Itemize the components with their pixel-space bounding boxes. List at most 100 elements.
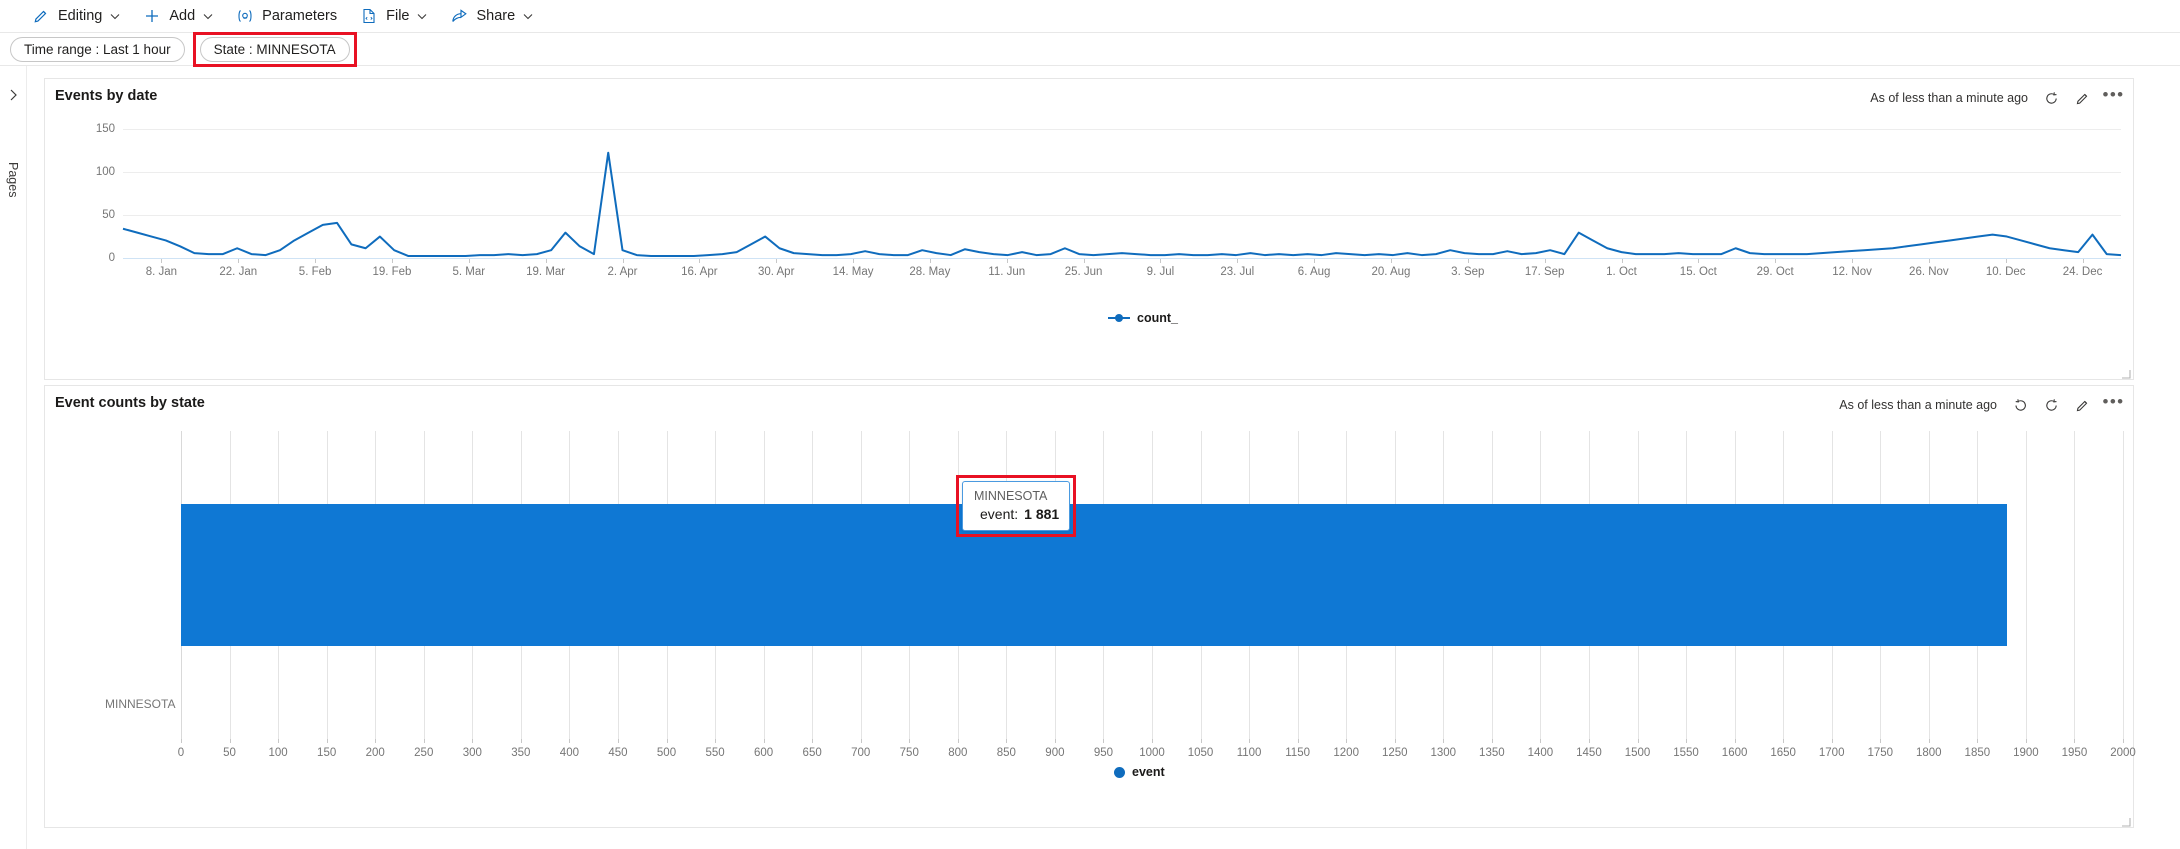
line-x-tick-mark xyxy=(2082,259,2084,263)
state-pill-wrapper-highlighted: State : MINNESOTA xyxy=(192,31,357,67)
as-of-label: As of less than a minute ago xyxy=(1839,398,1997,412)
chart-tooltip: MINNESOTA event: 1 881 xyxy=(962,481,1070,531)
toolbar-button-add[interactable]: Add xyxy=(133,1,222,31)
tooltip-title: MINNESOTA xyxy=(974,489,1048,503)
panel-header: Event counts by state As of less than a … xyxy=(45,386,2133,420)
bar-minnesota[interactable] xyxy=(181,504,2008,646)
panel-toolbar: As of less than a minute ago ••• xyxy=(1870,85,2123,111)
bar-x-tick-mark xyxy=(1103,739,1105,743)
more-options-icon[interactable]: ••• xyxy=(2102,392,2123,418)
line-x-tick-mark xyxy=(1698,259,1700,263)
bar-x-tick-mark xyxy=(812,739,814,743)
reset-icon[interactable] xyxy=(2011,396,2030,415)
line-x-tick: 29. Oct xyxy=(1756,266,1794,278)
line-x-tick-mark xyxy=(853,259,855,263)
line-x-tick-mark xyxy=(1544,259,1546,263)
edit-pencil-icon[interactable] xyxy=(2073,89,2092,108)
line-x-tick-mark xyxy=(1775,259,1777,263)
line-x-tick: 3. Sep xyxy=(1451,266,1485,278)
tooltip-value: 1 881 xyxy=(1024,506,1060,522)
filter-pill-row: Time range : Last 1 hour State : MINNESO… xyxy=(0,31,2180,67)
refresh-icon[interactable] xyxy=(2042,396,2061,415)
bar-x-tick-mark xyxy=(1928,739,1930,743)
time-range-pill-wrapper: Time range : Last 1 hour xyxy=(10,36,185,62)
toolbar-button-parameters[interactable]: Parameters xyxy=(226,1,346,31)
toolbar-label-parameters: Parameters xyxy=(262,8,338,24)
line-x-tick: 19. Feb xyxy=(372,266,412,278)
chevron-right-icon[interactable] xyxy=(7,88,21,102)
line-x-tick-mark xyxy=(238,259,240,263)
legend-count[interactable]: count_ xyxy=(1108,311,1178,325)
panel-title-events-by-date: Events by date xyxy=(55,88,158,104)
toolbar-button-file[interactable]: File xyxy=(350,1,436,31)
toolbar-label-editing: Editing xyxy=(58,8,103,24)
bar-x-tick-mark xyxy=(1880,739,1882,743)
panel-events-by-date: Events by date As of less than a minute … xyxy=(44,78,2134,380)
more-options-icon[interactable]: ••• xyxy=(2102,85,2123,111)
panel-toolbar: As of less than a minute ago ••• xyxy=(1839,392,2123,418)
line-x-tick: 26. Nov xyxy=(1909,266,1949,278)
bar-x-tick-mark xyxy=(666,739,668,743)
line-chart-events-by-date: 150 100 50 0 8. Jan 22. Jan 5. Feb 19. Feb 5… xyxy=(45,113,2135,343)
line-x-tick: 12. Nov xyxy=(1832,266,1872,278)
line-x-tick: 16. Apr xyxy=(681,266,718,278)
line-x-tick-mark xyxy=(545,259,547,263)
line-x-tick-mark xyxy=(1467,259,1469,263)
toolbar-button-share[interactable]: Share xyxy=(440,1,542,31)
edit-pencil-icon[interactable] xyxy=(2073,396,2092,415)
line-series-svg xyxy=(122,151,2122,258)
bar-x-tick-mark xyxy=(2123,739,2124,743)
bar-x-tick: 2000 xyxy=(2110,747,2136,759)
bar-x-tick-mark xyxy=(229,739,231,743)
tooltip-row: event: 1 881 xyxy=(974,506,1060,522)
filter-pill-time-range[interactable]: Time range : Last 1 hour xyxy=(10,36,185,62)
panel-header: Events by date As of less than a minute … xyxy=(45,79,2133,113)
bar-x-tick-mark xyxy=(1152,739,1153,743)
line-x-tick-mark xyxy=(699,259,701,263)
line-x-tick: 23. Jul xyxy=(1220,266,1255,278)
line-x-tick: 6. Aug xyxy=(1297,266,1331,278)
line-x-tick: 11. Jun xyxy=(988,266,1026,278)
legend-line-marker-icon xyxy=(1108,313,1130,323)
line-x-tick-mark xyxy=(1928,259,1930,263)
line-x-tick: 22. Jan xyxy=(219,266,258,278)
legend-label-count: count_ xyxy=(1137,311,1178,325)
line-x-tick-mark xyxy=(468,259,470,263)
filter-pill-state[interactable]: State : MINNESOTA xyxy=(199,36,350,62)
bar-x-tick-mark xyxy=(957,739,959,743)
bar-x-tick-mark xyxy=(909,739,911,743)
bar-x-tick-mark xyxy=(278,739,280,743)
line-x-tick-mark xyxy=(776,259,778,263)
line-x-tick-mark xyxy=(622,259,624,263)
line-x-tick: 5. Mar xyxy=(452,266,486,278)
bar-x-tick-mark xyxy=(715,739,717,743)
bar-x-tick-mark xyxy=(569,739,571,743)
panel-resize-handle[interactable] xyxy=(2120,814,2131,827)
line-x-tick: 10. Dec xyxy=(1985,266,2026,278)
bar-x-tick-mark xyxy=(1783,739,1785,743)
line-x-tick-mark xyxy=(1852,259,1854,263)
bar-x-tick-mark xyxy=(1686,739,1688,743)
bar-x-tick-mark xyxy=(1200,739,1202,743)
legend-event[interactable]: event xyxy=(1114,765,1165,779)
chevron-down-icon xyxy=(203,13,213,20)
line-x-tick: 24. Dec xyxy=(2062,266,2103,278)
bar-x-tick-mark xyxy=(1831,739,1833,743)
bar-x-tick-mark xyxy=(520,739,522,743)
file-icon xyxy=(359,6,379,26)
bar-x-tick-mark xyxy=(2074,739,2076,743)
bar-category-label-minnesota: MINNESOTA xyxy=(105,697,176,711)
bar-x-tick-mark xyxy=(1394,739,1396,743)
line-x-tick-mark xyxy=(1237,259,1239,263)
toolbar-button-editing[interactable]: Editing xyxy=(22,1,129,31)
bar-x-tick-mark xyxy=(423,739,425,743)
line-x-tick: 15. Oct xyxy=(1679,266,1717,278)
bar-x-tick-mark xyxy=(1491,739,1493,743)
bar-x-tick-mark xyxy=(617,739,619,743)
bar-x-tick-mark xyxy=(1346,739,1348,743)
refresh-icon[interactable] xyxy=(2042,89,2061,108)
panel-resize-handle[interactable] xyxy=(2120,366,2131,379)
bar-x-tick-mark xyxy=(1540,739,1542,743)
pages-rail-label: Pages xyxy=(6,162,20,198)
line-path-count xyxy=(122,151,2122,258)
